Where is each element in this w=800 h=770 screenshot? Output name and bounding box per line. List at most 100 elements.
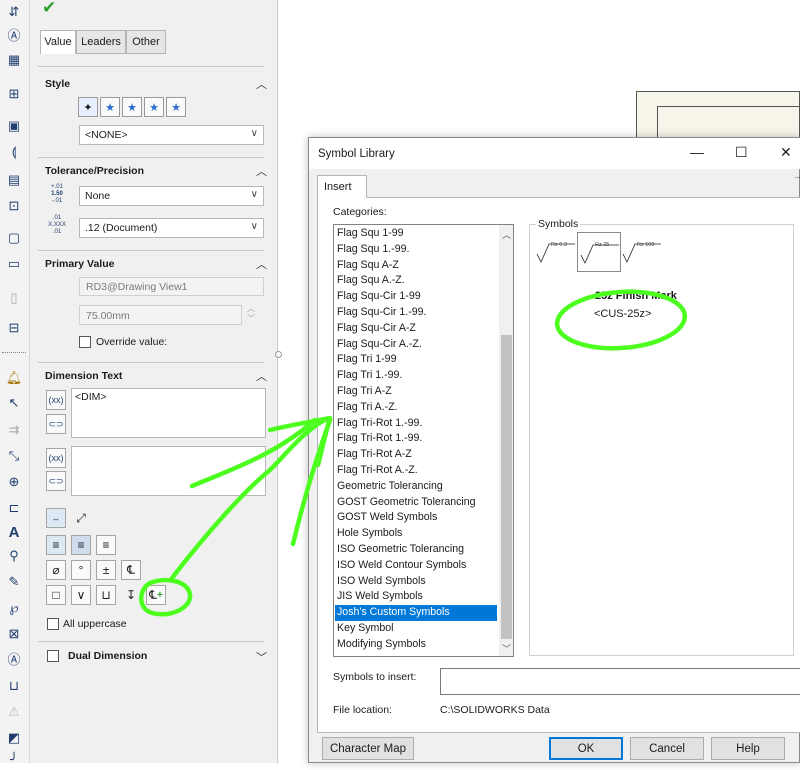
bell-icon[interactable]: 🔔︎ [4, 368, 24, 388]
category-item[interactable]: Flag Tri-Rot 1.-99. [335, 431, 497, 447]
load-style-icon[interactable]: ★ [166, 97, 186, 117]
centerline-symbol-button[interactable]: ℄ [121, 560, 141, 580]
ok-button[interactable]: OK [549, 737, 623, 760]
category-item[interactable]: Flag Tri 1.-99. [335, 368, 497, 384]
style-select[interactable]: <NONE> ∨ [79, 125, 264, 145]
category-item[interactable]: Flag Tri 1-99 [335, 352, 497, 368]
collapse-tolerance-icon[interactable]: ︿ [256, 163, 267, 179]
degree-symbol-button[interactable]: ° [71, 560, 91, 580]
counterbore-symbol-icon[interactable]: ⊔ [96, 585, 116, 605]
category-item[interactable]: Modifying Symbols [335, 637, 497, 653]
scroll-down-icon[interactable]: ﹀ [502, 642, 511, 655]
center-mark-icon[interactable]: ⊕ [4, 472, 24, 492]
symbol-rz-100[interactable]: Rz 100 [622, 242, 662, 264]
category-item[interactable]: Flag Squ 1-99 [335, 226, 497, 242]
arrow-icon[interactable]: ↖ [4, 393, 24, 413]
view-icon[interactable]: ▣ [4, 116, 24, 136]
category-item[interactable]: ISO Weld Symbols [335, 574, 497, 590]
category-item[interactable]: Flag Tri-Rot 1.-99. [335, 416, 497, 432]
expand-dual-icon[interactable]: ﹀ [256, 649, 267, 665]
category-item[interactable]: GOST Geometric Tolerancing [335, 495, 497, 511]
category-item[interactable]: Key Symbol [335, 621, 497, 637]
align-right-icon[interactable]: ≡ [96, 535, 116, 555]
category-item[interactable]: Flag Squ 1.-99. [335, 242, 497, 258]
precision-select[interactable]: .12 (Document) ∨ [79, 218, 264, 238]
inspection-dimension-2-icon[interactable]: ⊂⊃ [46, 471, 66, 491]
scroll-up-icon[interactable]: ︿ [502, 228, 511, 241]
category-item[interactable]: Flag Squ A.-Z. [335, 273, 497, 289]
scrollbar-thumb[interactable] [501, 335, 512, 639]
category-item[interactable]: Flag Tri-Rot A.-Z. [335, 463, 497, 479]
tab-leaders[interactable]: Leaders [76, 30, 126, 54]
collapse-primary-icon[interactable]: ︿ [256, 256, 267, 272]
hatch-icon[interactable]: ◩ [4, 728, 24, 748]
tolerance-select[interactable]: None ∨ [79, 186, 264, 206]
text-box-icon[interactable]: Ⓐ [4, 648, 24, 668]
category-item[interactable]: Geometric Tolerancing [335, 479, 497, 495]
frame-icon[interactable]: ▭ [4, 254, 24, 274]
symbols-to-insert-field[interactable] [440, 668, 800, 695]
category-item[interactable]: Flag Squ A-Z [335, 258, 497, 274]
categories-listbox[interactable]: Flag Squ 1-99 Flag Squ 1.-99. Flag Squ A-Z… [333, 224, 514, 657]
search-icon[interactable]: ⚲ [4, 546, 24, 566]
square-symbol-icon[interactable]: □ [46, 585, 66, 605]
symbol-rz-6-3[interactable]: Rz 6.3 [536, 242, 576, 264]
cancel-button[interactable]: Cancel [630, 737, 704, 760]
category-item[interactable]: JIS Weld Symbols [335, 589, 497, 605]
close-button[interactable]: ✕ [780, 144, 792, 161]
category-item[interactable]: Flag Squ-Cir 1-99 [335, 289, 497, 305]
category-item[interactable]: ISO Weld Contour Symbols [335, 558, 497, 574]
apply-default-icon[interactable]: ✦ [78, 97, 98, 117]
weld-icon[interactable]: ⊔ [4, 676, 24, 696]
add-parentheses-2-icon[interactable]: (xx) [46, 448, 66, 468]
category-item[interactable]: Flag Squ-Cir A.-Z. [335, 337, 497, 353]
maximize-button[interactable]: ☐ [735, 144, 748, 161]
dimension-text-above[interactable]: <DIM> [71, 388, 266, 438]
table-icon[interactable]: ⊞ [4, 84, 24, 104]
hole-callout-icon[interactable]: ℘ [4, 598, 24, 618]
more-symbols-icon[interactable]: ℄ + [146, 585, 166, 605]
diameter-symbol-button[interactable]: ⌀ [46, 560, 66, 580]
help-button[interactable]: Help [711, 737, 785, 760]
countersink-symbol-icon[interactable]: ∨ [71, 585, 91, 605]
model-items-icon[interactable]: ▦ [4, 50, 24, 70]
note-icon[interactable]: A [4, 522, 24, 542]
category-item[interactable]: Hole Symbols [335, 526, 497, 542]
add-parentheses-icon[interactable]: (xx) [46, 390, 66, 410]
sheet-icon[interactable]: ▤ [4, 170, 24, 190]
save-style-icon[interactable]: ★ [144, 97, 164, 117]
rectangle-icon[interactable]: ▢ [4, 228, 24, 248]
depth-symbol-icon[interactable]: ↧ [121, 585, 141, 605]
character-map-button[interactable]: Character Map [322, 737, 414, 760]
plus-minus-symbol-button[interactable]: ± [96, 560, 116, 580]
folder-icon[interactable]: ⊟ [4, 318, 24, 338]
category-item[interactable]: Josh's Custom Symbols [335, 605, 497, 621]
category-item[interactable]: Flag Squ-Cir A-Z [335, 321, 497, 337]
minimize-button[interactable]: — [690, 144, 704, 160]
category-item[interactable]: Flag Tri A.-Z. [335, 400, 497, 416]
inspection-dimension-icon[interactable]: ⊂⊃ [46, 414, 66, 434]
centerline-icon[interactable]: ⊏ [4, 498, 24, 518]
category-item[interactable]: Flag Tri A-Z [335, 384, 497, 400]
tab-value[interactable]: Value [40, 30, 76, 54]
override-value-checkbox[interactable] [79, 336, 91, 348]
offset-text-icon[interactable]: ⤢ [71, 508, 91, 528]
datum-icon[interactable]: ⊠ [4, 624, 24, 644]
category-item[interactable]: ISO Geometric Tolerancing [335, 542, 497, 558]
smart-dimension-icon[interactable]: Ⓐ [4, 24, 24, 44]
pen-icon[interactable]: ✎ [4, 572, 24, 592]
category-item[interactable]: Flag Squ-Cir 1.-99. [335, 305, 497, 321]
collapse-dimtext-icon[interactable]: ︿ [256, 368, 267, 384]
splitter-handle[interactable] [275, 351, 282, 358]
dimension-text-below[interactable] [71, 446, 266, 496]
align-center-icon[interactable]: ≡ [71, 535, 91, 555]
tab-insert[interactable]: Insert [317, 175, 367, 198]
all-uppercase-checkbox[interactable] [47, 618, 59, 630]
center-dimension-icon[interactable]: ↔ [46, 508, 66, 528]
align-left-icon[interactable]: ≡ [46, 535, 66, 555]
scrollbar[interactable]: ︿ ﹀ [499, 225, 513, 656]
category-item[interactable]: GOST Weld Symbols [335, 510, 497, 526]
dual-dimension-checkbox[interactable] [47, 650, 59, 662]
add-style-icon[interactable]: ★ [100, 97, 120, 117]
delete-style-icon[interactable]: ★ [122, 97, 142, 117]
